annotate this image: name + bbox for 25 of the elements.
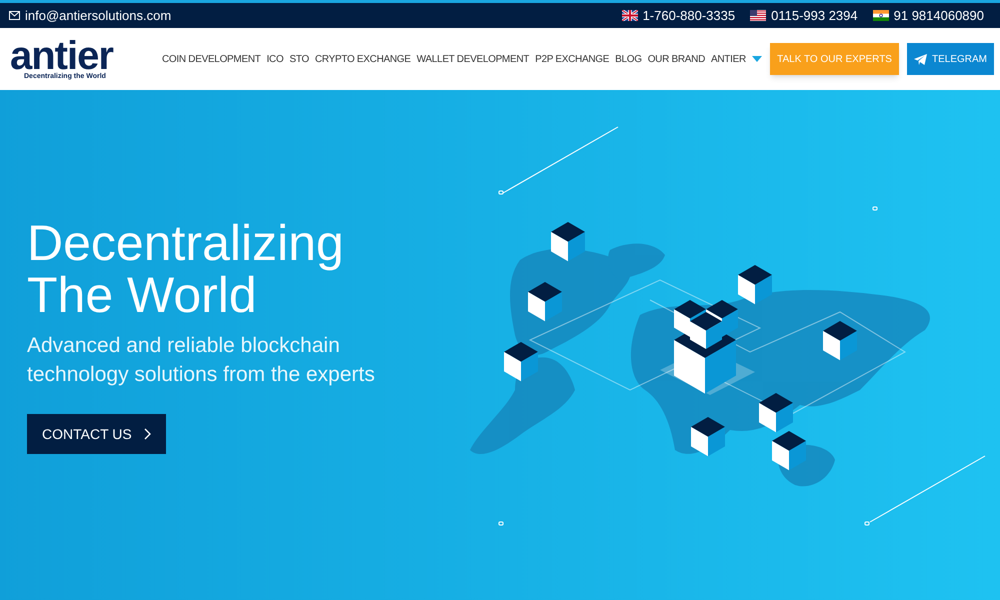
phone-number[interactable]: 1-760-880-3335: [642, 6, 736, 26]
chevron-right-icon: [144, 428, 151, 440]
phone-number[interactable]: 91 9814060890: [894, 6, 984, 26]
nav-link[interactable]: OUR BRAND: [648, 52, 706, 66]
nav-link[interactable]: COIN DEVELOPMENT: [162, 52, 261, 66]
india-flag-icon: [872, 10, 889, 21]
logo-wordmark[interactable]: antier: [10, 38, 113, 72]
nav-link[interactable]: ICO: [266, 52, 284, 66]
phone-number[interactable]: 0115-993 2394: [771, 6, 858, 26]
nav-link[interactable]: P2P EXCHANGE: [535, 52, 610, 66]
nav-link[interactable]: WALLET DEVELOPMENT: [416, 52, 530, 66]
contact-us-button[interactable]: CONTACT US: [27, 414, 166, 454]
paper-plane-icon: [914, 54, 927, 64]
nav-link[interactable]: BLOG: [615, 52, 642, 66]
email-link[interactable]: info@antiersolutions.com: [25, 6, 172, 26]
nav-link[interactable]: ANTIER: [711, 52, 762, 66]
nav-link[interactable]: CRYPTO EXCHANGE: [314, 52, 411, 66]
telegram-button[interactable]: TELEGRAM: [906, 43, 994, 75]
hero-subtitle: Advanced and reliable blockchain technology solutions from the experts: [27, 333, 376, 388]
mail-icon: [9, 11, 20, 20]
hero-title-line: Decentralizing: [27, 217, 345, 269]
hero-title-line: The World: [27, 269, 257, 321]
us-flag-icon: [750, 10, 766, 21]
uk-flag-icon: [622, 10, 638, 21]
nav-link[interactable]: STO: [289, 52, 309, 66]
